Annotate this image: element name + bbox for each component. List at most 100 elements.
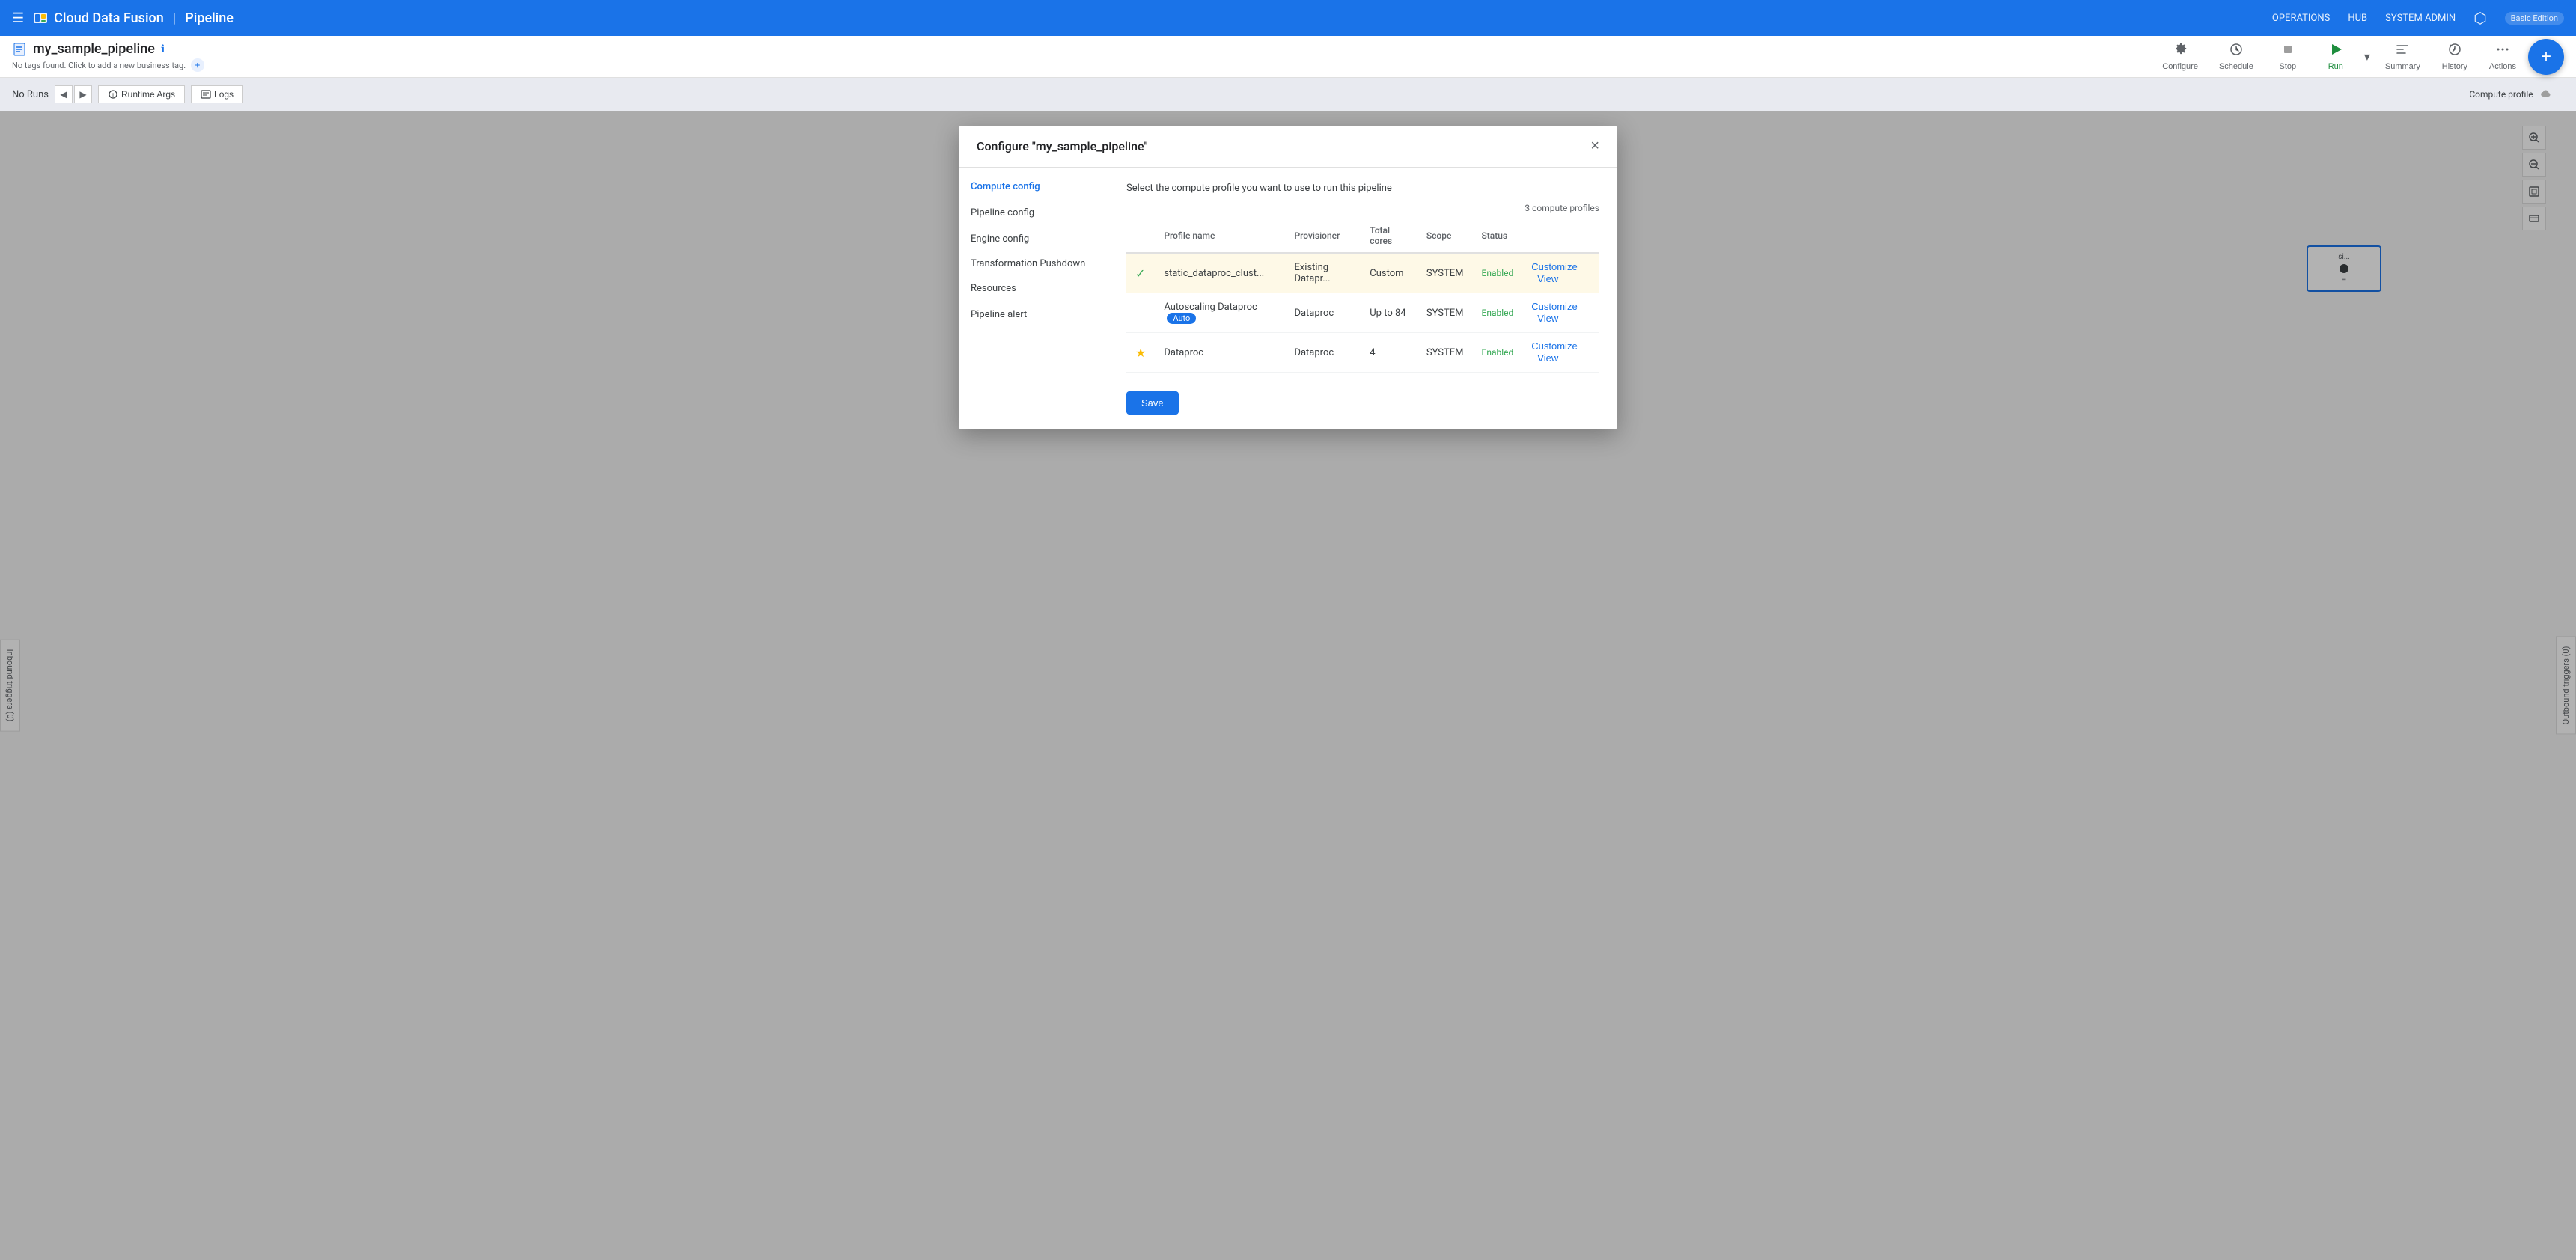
modal-close-btn[interactable]: ×	[1590, 138, 1599, 155]
customize-btn-2[interactable]: Customize	[1531, 340, 1577, 352]
configure-label: Configure	[2162, 62, 2198, 71]
view-btn-2[interactable]: View	[1537, 352, 1558, 364]
view-btn-1[interactable]: View	[1537, 313, 1558, 324]
cores-cell: Up to 84	[1361, 293, 1417, 333]
check-icon: ✓	[1135, 266, 1145, 281]
pipeline-tag-text: No tags found. Click to add a new busine…	[12, 61, 186, 70]
logs-btn[interactable]: Logs	[191, 85, 243, 103]
nav-pipeline-alert[interactable]: Pipeline alert	[959, 302, 1108, 328]
table-row[interactable]: Autoscaling Dataproc Auto Dataproc Up to…	[1126, 293, 1599, 333]
cores-cell: 4	[1361, 333, 1417, 373]
pipeline-tag-add-btn[interactable]: +	[191, 58, 204, 72]
col-header-profile-name: Profile name	[1155, 219, 1285, 253]
brand-title: Cloud Data Fusion | Pipeline	[33, 10, 234, 26]
toolbar-actions: Configure Schedule Stop Run ▾	[2153, 39, 2564, 75]
status-cell: Enabled	[1473, 293, 1523, 333]
action-cells: Customize View	[1522, 333, 1599, 373]
nav-transformation-pushdown[interactable]: Transformation Pushdown	[959, 252, 1108, 275]
action-cells: Customize View	[1522, 293, 1599, 333]
schedule-label: Schedule	[2219, 62, 2253, 71]
summary-button[interactable]: Summary	[2376, 39, 2429, 74]
brand-name: Cloud Data Fusion	[54, 10, 164, 26]
table-row[interactable]: ★ Dataproc Dataproc 4 SYSTEM Enabled Cus…	[1126, 333, 1599, 373]
runtime-args-label: Runtime Args	[121, 89, 175, 100]
nav-resources[interactable]: Resources	[959, 275, 1108, 302]
logs-icon	[201, 89, 211, 100]
compute-profile-area: Compute profile —	[2469, 88, 2564, 100]
status-badge: Enabled	[1482, 347, 1514, 358]
col-header-provisioner: Provisioner	[1285, 219, 1361, 253]
row-icon-cell: ✓	[1126, 253, 1155, 293]
nav-arrows: ◀ ▶	[55, 85, 92, 103]
actions-label: Actions	[2489, 62, 2516, 71]
pipeline-info-icon[interactable]: ℹ	[161, 43, 165, 55]
nav-hub[interactable]: HUB	[2348, 13, 2367, 24]
view-btn-0[interactable]: View	[1537, 273, 1558, 284]
modal-title: Configure "my_sample_pipeline"	[977, 139, 1148, 153]
cloud-icon	[2539, 88, 2551, 100]
action-cells: Customize View	[1522, 253, 1599, 293]
nav-operations[interactable]: OPERATIONS	[2272, 13, 2330, 24]
menu-icon[interactable]: ☰	[12, 10, 24, 26]
profile-name-cell: Autoscaling Dataproc Auto	[1155, 293, 1285, 333]
table-header-row: Profile name Provisioner Total cores Sco…	[1126, 219, 1599, 253]
stop-icon	[2280, 42, 2295, 61]
no-runs-label: No Runs	[12, 89, 49, 100]
run-button[interactable]: Run	[2313, 39, 2358, 74]
status-badge: Enabled	[1482, 308, 1514, 318]
col-header-status: Status	[1473, 219, 1523, 253]
actions-button[interactable]: Actions	[2480, 39, 2525, 74]
profiles-count: 3 compute profiles	[1126, 203, 1599, 213]
pipeline-file-icon	[12, 42, 27, 57]
top-nav: ☰ Cloud Data Fusion | Pipeline OPERATION…	[0, 0, 2576, 36]
compute-profile-value: —	[2557, 89, 2564, 100]
profiles-table: Profile name Provisioner Total cores Sco…	[1126, 219, 1599, 373]
status-cell: Enabled	[1473, 253, 1523, 293]
runtime-args-btn[interactable]: i Runtime Args	[98, 85, 185, 103]
pipeline-bar: my_sample_pipeline ℹ No tags found. Clic…	[0, 36, 2576, 78]
main-canvas: Inbound triggers (0) Outbound triggers (…	[0, 111, 2576, 1260]
actions-icon	[2495, 42, 2510, 61]
fab-add-button[interactable]: +	[2528, 39, 2564, 75]
summary-icon	[2395, 42, 2410, 61]
configure-modal: Configure "my_sample_pipeline" × Compute…	[959, 126, 1617, 429]
customize-btn-0[interactable]: Customize	[1531, 261, 1577, 272]
compute-profile-label: Compute profile	[2469, 89, 2533, 100]
schedule-button[interactable]: Schedule	[2210, 39, 2262, 74]
nav-next-btn[interactable]: ▶	[74, 85, 92, 103]
pipeline-name: my_sample_pipeline	[33, 41, 155, 57]
stop-button[interactable]: Stop	[2265, 39, 2310, 74]
profile-name-cell: Dataproc	[1155, 333, 1285, 373]
save-button[interactable]: Save	[1126, 391, 1179, 415]
col-header-actions	[1522, 219, 1599, 253]
configure-icon	[2173, 42, 2188, 61]
nav-pipeline-config[interactable]: Pipeline config	[959, 200, 1108, 226]
logs-label: Logs	[214, 89, 234, 100]
brand-separator: |	[173, 10, 176, 26]
edition-label: Basic Edition	[2505, 12, 2564, 25]
nav-compute-config[interactable]: Compute config	[959, 174, 1108, 200]
table-row[interactable]: ✓ static_dataproc_clust... Existing Data…	[1126, 253, 1599, 293]
history-button[interactable]: History	[2432, 39, 2477, 74]
run-dropdown-btn[interactable]: ▾	[2361, 46, 2373, 67]
schedule-icon	[2229, 42, 2244, 61]
run-icon	[2328, 42, 2343, 61]
nav-prev-btn[interactable]: ◀	[55, 85, 73, 103]
modal-header: Configure "my_sample_pipeline" ×	[959, 126, 1617, 168]
modal-overlay: Configure "my_sample_pipeline" × Compute…	[0, 111, 2576, 1260]
nav-system-admin[interactable]: SYSTEM ADMIN	[2385, 13, 2456, 24]
nav-engine-config[interactable]: Engine config	[959, 226, 1108, 252]
network-icon[interactable]: ⬡	[2473, 9, 2486, 27]
scope-cell: SYSTEM	[1417, 253, 1473, 293]
profile-name-cell: static_dataproc_clust...	[1155, 253, 1285, 293]
provisioner-cell: Dataproc	[1285, 293, 1361, 333]
run-label: Run	[2328, 62, 2343, 71]
configure-button[interactable]: Configure	[2153, 39, 2207, 74]
runtime-args-icon: i	[108, 89, 118, 100]
provisioner-cell: Existing Datapr...	[1285, 253, 1361, 293]
auto-badge: Auto	[1167, 313, 1196, 324]
sub-bar: No Runs ◀ ▶ i Runtime Args Logs Compute …	[0, 78, 2576, 111]
customize-btn-1[interactable]: Customize	[1531, 301, 1577, 312]
scope-cell: SYSTEM	[1417, 333, 1473, 373]
modal-footer: Save	[1126, 391, 1599, 415]
